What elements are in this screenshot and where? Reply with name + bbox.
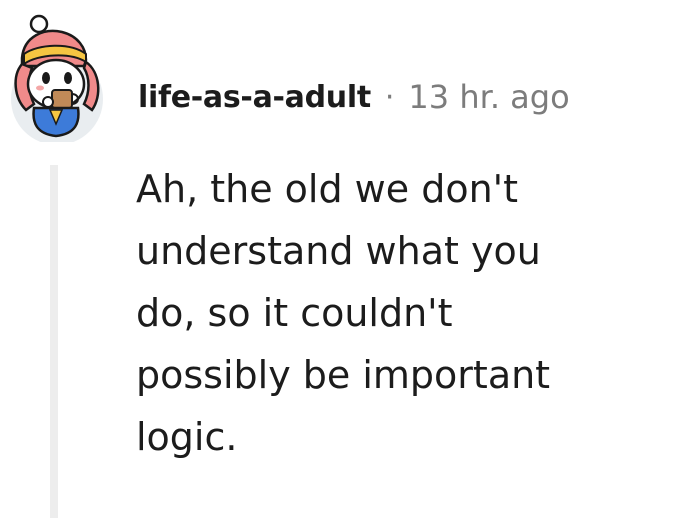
thread-collapse-line[interactable] — [50, 165, 58, 518]
comment-body-line: do, so it couldn't — [136, 291, 453, 335]
meta-separator: · — [384, 79, 395, 115]
comment-body-line: possibly be important — [136, 353, 551, 397]
user-avatar[interactable] — [10, 14, 106, 145]
snoo-avatar-icon — [11, 14, 103, 145]
comment-meta: life-as-a-adult · 13 hr. ago — [138, 74, 570, 120]
comment-timestamp[interactable]: 13 hr. ago — [408, 78, 569, 116]
comment-body-line: logic. — [136, 415, 238, 459]
author-username[interactable]: life-as-a-adult — [138, 80, 371, 115]
comment-body-line: Ah, the old we don't — [136, 167, 519, 211]
comment: life-as-a-adult · 13 hr. ago Ah, the old… — [0, 0, 700, 518]
comment-body-line: understand what you — [136, 229, 541, 273]
comment-body: Ah, the old we don't understand what you… — [136, 158, 684, 468]
